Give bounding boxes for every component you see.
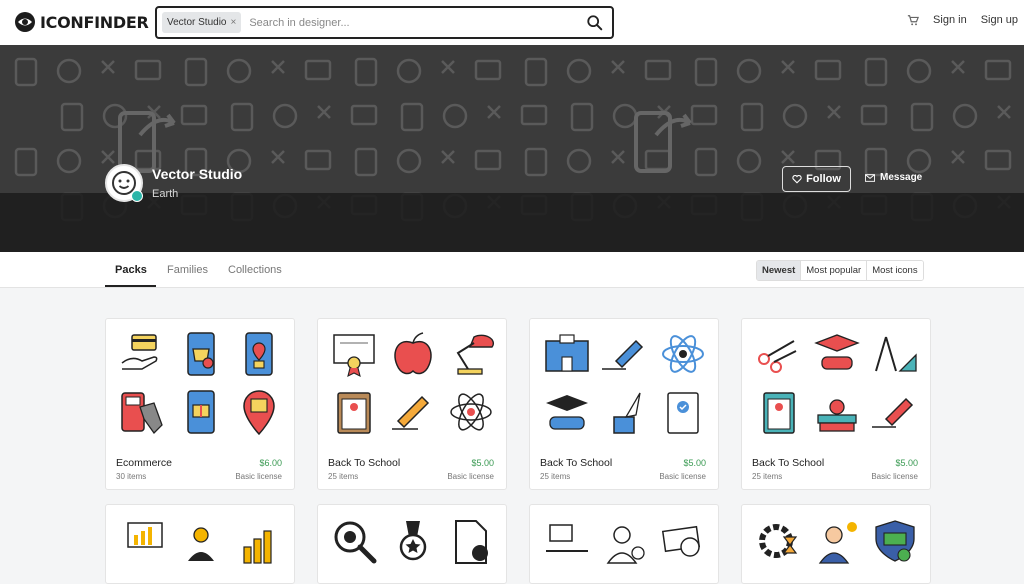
- designer-tabs-bar: Packs Families Collections Newest Most p…: [0, 252, 1024, 288]
- sort-toggle-group: Newest Most popular Most icons: [756, 260, 924, 281]
- designer-location: Earth: [152, 188, 179, 200]
- pack-price: $5.00: [683, 458, 706, 468]
- highlighter-icon: [392, 395, 430, 430]
- graduation-diploma-icon: [546, 395, 588, 430]
- designer-search-box[interactable]: Vector Studio ×: [155, 6, 614, 39]
- pack-license: Basic license: [235, 472, 282, 481]
- businessman-idea-icon: [818, 522, 857, 564]
- message-label: Message: [880, 172, 923, 183]
- pack-license: Basic license: [871, 472, 918, 481]
- pack-card[interactable]: Ecommerce $6.00 30 items Basic license: [105, 318, 295, 490]
- award-medal-icon: [399, 521, 427, 561]
- business-chart-presentation-icon: [127, 522, 163, 548]
- tab-collections[interactable]: Collections: [228, 264, 282, 276]
- cart-icon[interactable]: [907, 14, 920, 26]
- clipboard-icon: [337, 392, 371, 434]
- gear-hourglass-icon: [759, 524, 798, 558]
- designer-info-band: [0, 193, 1024, 252]
- verified-badge-icon: [131, 190, 143, 202]
- marker-red-icon: [872, 397, 914, 428]
- graduation-cap-diploma-icon: [814, 334, 860, 370]
- pack-card[interactable]: [529, 504, 719, 584]
- pack-price: $5.00: [895, 458, 918, 468]
- follow-label: Follow: [806, 173, 841, 185]
- pack-item-count: 25 items: [540, 472, 571, 481]
- document-settings-icon: [455, 520, 488, 564]
- pack-license: Basic license: [659, 472, 706, 481]
- atom-blue-icon: [662, 335, 704, 373]
- pack-card[interactable]: [741, 504, 931, 584]
- message-button[interactable]: Message: [865, 172, 922, 183]
- active-tab-indicator: [105, 285, 156, 287]
- pack-name[interactable]: Back To School: [540, 457, 612, 469]
- pack-card[interactable]: [317, 504, 507, 584]
- pack-card[interactable]: [105, 504, 295, 584]
- pack-price: $5.00: [471, 458, 494, 468]
- mobile-shopping-basket-icon: [187, 332, 215, 376]
- pack-price: $6.00: [259, 458, 282, 468]
- top-navbar: ICONFINDER Vector Studio × Sign in Sign …: [0, 0, 1024, 45]
- mobile-gift-icon: [187, 390, 215, 434]
- office-desk-icon: [546, 524, 588, 552]
- chip-remove-icon[interactable]: ×: [230, 17, 236, 28]
- team-meeting-icon: [188, 527, 214, 561]
- scissors-icon: [758, 340, 797, 373]
- magnifier-virus-icon: [334, 521, 377, 564]
- cash-money-icon: [661, 525, 701, 557]
- sort-most-popular[interactable]: Most popular: [801, 261, 868, 280]
- growth-bars-icon: [243, 530, 272, 564]
- heart-icon: [792, 174, 802, 184]
- sign-up-link[interactable]: Sign up: [981, 14, 1018, 26]
- brand-name: ICONFINDER: [40, 12, 149, 32]
- pack-item-count: 30 items: [116, 472, 147, 481]
- tab-families[interactable]: Families: [167, 264, 208, 276]
- store-location-pin-icon: [243, 390, 275, 436]
- atom-icon: [450, 393, 492, 431]
- pack-license: Basic license: [447, 472, 494, 481]
- compass-ruler-icon: [875, 336, 917, 372]
- follow-button[interactable]: Follow: [782, 166, 851, 192]
- apple-icon: [394, 332, 432, 375]
- envelope-icon: [865, 173, 875, 182]
- books-apple-icon: [817, 399, 857, 432]
- search-icon[interactable]: [586, 14, 604, 32]
- pack-card[interactable]: Back To School $5.00 25 items Basic lice…: [529, 318, 719, 490]
- card-payment-hand-icon: [121, 334, 158, 370]
- pack-name[interactable]: Back To School: [752, 457, 824, 469]
- sort-newest[interactable]: Newest: [757, 261, 802, 280]
- certificate-icon: [333, 334, 375, 378]
- search-input[interactable]: [249, 16, 580, 29]
- sign-in-link[interactable]: Sign in: [933, 14, 967, 26]
- card-reader-icon: [121, 392, 163, 435]
- sort-most-icons[interactable]: Most icons: [867, 261, 923, 280]
- school-building-icon: [545, 334, 589, 372]
- businessman-time-icon: [606, 526, 645, 564]
- pack-card[interactable]: Back To School $5.00 25 items Basic lice…: [741, 318, 931, 490]
- eye-logo-icon: [15, 12, 35, 32]
- pack-name[interactable]: Back To School: [328, 457, 400, 469]
- designer-filter-chip[interactable]: Vector Studio ×: [162, 12, 242, 33]
- iconfinder-logo[interactable]: ICONFINDER: [14, 11, 149, 33]
- pack-item-count: 25 items: [752, 472, 783, 481]
- tab-packs[interactable]: Packs: [115, 264, 147, 276]
- marker-pen-icon: [602, 339, 644, 370]
- pack-name[interactable]: Ecommerce: [116, 457, 172, 469]
- clipboard-report-icon: [763, 392, 795, 434]
- designer-hero-banner: [0, 45, 1024, 252]
- mobile-location-icon: [245, 332, 273, 376]
- account-nav: Sign in Sign up: [907, 14, 1018, 26]
- clipboard-check-icon: [667, 392, 699, 434]
- security-shield-money-icon: [875, 520, 915, 562]
- ink-quill-icon: [613, 392, 641, 434]
- pack-item-count: 25 items: [328, 472, 359, 481]
- chip-label: Vector Studio: [167, 17, 227, 28]
- desk-lamp-icon: [456, 334, 495, 375]
- designer-name: Vector Studio: [152, 166, 243, 182]
- pack-card[interactable]: Back To School $5.00 25 items Basic lice…: [317, 318, 507, 490]
